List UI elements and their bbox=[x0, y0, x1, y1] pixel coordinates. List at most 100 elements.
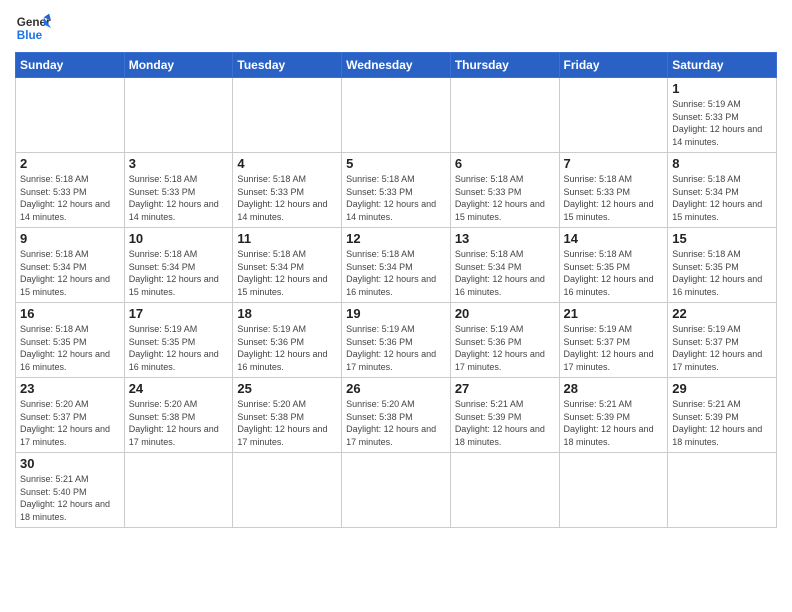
day-number: 18 bbox=[237, 306, 337, 321]
week-row-3: 16 Sunrise: 5:18 AM Sunset: 5:35 PM Dayli… bbox=[16, 303, 777, 378]
day-info: Sunrise: 5:18 AM Sunset: 5:33 PM Dayligh… bbox=[237, 173, 337, 223]
day-info: Sunrise: 5:20 AM Sunset: 5:37 PM Dayligh… bbox=[20, 398, 120, 448]
day-cell: 10 Sunrise: 5:18 AM Sunset: 5:34 PM Dayli… bbox=[124, 228, 233, 303]
day-number: 28 bbox=[564, 381, 664, 396]
day-info: Sunrise: 5:18 AM Sunset: 5:34 PM Dayligh… bbox=[20, 248, 120, 298]
weekday-saturday: Saturday bbox=[668, 53, 777, 78]
day-cell: 27Sunrise: 5:21 AM Sunset: 5:39 PM Dayli… bbox=[450, 378, 559, 453]
day-info: Sunrise: 5:18 AM Sunset: 5:34 PM Dayligh… bbox=[672, 173, 772, 223]
day-number: 10 bbox=[129, 231, 229, 246]
week-row-5: 30Sunrise: 5:21 AM Sunset: 5:40 PM Dayli… bbox=[16, 453, 777, 528]
day-number: 27 bbox=[455, 381, 555, 396]
day-info: Sunrise: 5:18 AM Sunset: 5:35 PM Dayligh… bbox=[672, 248, 772, 298]
day-cell bbox=[233, 453, 342, 528]
day-number: 14 bbox=[564, 231, 664, 246]
day-cell: 22Sunrise: 5:19 AM Sunset: 5:37 PM Dayli… bbox=[668, 303, 777, 378]
day-cell: 4 Sunrise: 5:18 AM Sunset: 5:33 PM Daylig… bbox=[233, 153, 342, 228]
day-cell: 26Sunrise: 5:20 AM Sunset: 5:38 PM Dayli… bbox=[342, 378, 451, 453]
day-number: 25 bbox=[237, 381, 337, 396]
day-cell: 5 Sunrise: 5:18 AM Sunset: 5:33 PM Daylig… bbox=[342, 153, 451, 228]
day-info: Sunrise: 5:18 AM Sunset: 5:35 PM Dayligh… bbox=[564, 248, 664, 298]
day-info: Sunrise: 5:19 AM Sunset: 5:35 PM Dayligh… bbox=[129, 323, 229, 373]
day-cell: 9Sunrise: 5:18 AM Sunset: 5:34 PM Daylig… bbox=[16, 228, 125, 303]
day-info: Sunrise: 5:20 AM Sunset: 5:38 PM Dayligh… bbox=[129, 398, 229, 448]
day-cell: 15Sunrise: 5:18 AM Sunset: 5:35 PM Dayli… bbox=[668, 228, 777, 303]
day-info: Sunrise: 5:18 AM Sunset: 5:34 PM Dayligh… bbox=[455, 248, 555, 298]
week-row-0: 1Sunrise: 5:19 AM Sunset: 5:33 PM Daylig… bbox=[16, 78, 777, 153]
day-info: Sunrise: 5:18 AM Sunset: 5:33 PM Dayligh… bbox=[129, 173, 229, 223]
day-cell: 2Sunrise: 5:18 AM Sunset: 5:33 PM Daylig… bbox=[16, 153, 125, 228]
day-cell bbox=[450, 453, 559, 528]
day-number: 26 bbox=[346, 381, 446, 396]
week-row-1: 2Sunrise: 5:18 AM Sunset: 5:33 PM Daylig… bbox=[16, 153, 777, 228]
day-info: Sunrise: 5:21 AM Sunset: 5:39 PM Dayligh… bbox=[672, 398, 772, 448]
day-info: Sunrise: 5:18 AM Sunset: 5:33 PM Dayligh… bbox=[346, 173, 446, 223]
day-cell bbox=[559, 453, 668, 528]
day-cell: 28Sunrise: 5:21 AM Sunset: 5:39 PM Dayli… bbox=[559, 378, 668, 453]
page: General Blue SundayMondayTuesdayWednesda… bbox=[0, 0, 792, 612]
day-cell: 7 Sunrise: 5:18 AM Sunset: 5:33 PM Daylig… bbox=[559, 153, 668, 228]
day-number: 7 bbox=[564, 156, 664, 171]
logo-icon: General Blue bbox=[15, 10, 51, 46]
day-number: 11 bbox=[237, 231, 337, 246]
day-info: Sunrise: 5:19 AM Sunset: 5:36 PM Dayligh… bbox=[346, 323, 446, 373]
day-info: Sunrise: 5:20 AM Sunset: 5:38 PM Dayligh… bbox=[237, 398, 337, 448]
day-number: 29 bbox=[672, 381, 772, 396]
day-info: Sunrise: 5:19 AM Sunset: 5:36 PM Dayligh… bbox=[455, 323, 555, 373]
day-cell: 1Sunrise: 5:19 AM Sunset: 5:33 PM Daylig… bbox=[668, 78, 777, 153]
day-number: 21 bbox=[564, 306, 664, 321]
day-number: 3 bbox=[129, 156, 229, 171]
day-cell: 18 Sunrise: 5:19 AM Sunset: 5:36 PM Dayli… bbox=[233, 303, 342, 378]
day-info: Sunrise: 5:18 AM Sunset: 5:33 PM Dayligh… bbox=[455, 173, 555, 223]
day-info: Sunrise: 5:19 AM Sunset: 5:37 PM Dayligh… bbox=[564, 323, 664, 373]
day-cell bbox=[342, 78, 451, 153]
day-cell bbox=[450, 78, 559, 153]
day-number: 6 bbox=[455, 156, 555, 171]
day-info: Sunrise: 5:19 AM Sunset: 5:37 PM Dayligh… bbox=[672, 323, 772, 373]
day-info: Sunrise: 5:19 AM Sunset: 5:36 PM Dayligh… bbox=[237, 323, 337, 373]
day-cell: 16 Sunrise: 5:18 AM Sunset: 5:35 PM Dayli… bbox=[16, 303, 125, 378]
svg-text:Blue: Blue bbox=[17, 29, 43, 42]
day-number: 16 bbox=[20, 306, 120, 321]
day-cell bbox=[342, 453, 451, 528]
day-cell: 17 Sunrise: 5:19 AM Sunset: 5:35 PM Dayli… bbox=[124, 303, 233, 378]
day-number: 17 bbox=[129, 306, 229, 321]
weekday-thursday: Thursday bbox=[450, 53, 559, 78]
day-number: 8 bbox=[672, 156, 772, 171]
day-cell: 8 Sunrise: 5:18 AM Sunset: 5:34 PM Daylig… bbox=[668, 153, 777, 228]
logo: General Blue bbox=[15, 10, 51, 46]
day-info: Sunrise: 5:18 AM Sunset: 5:33 PM Dayligh… bbox=[564, 173, 664, 223]
day-number: 1 bbox=[672, 81, 772, 96]
calendar-table: SundayMondayTuesdayWednesdayThursdayFrid… bbox=[15, 52, 777, 528]
day-cell: 30Sunrise: 5:21 AM Sunset: 5:40 PM Dayli… bbox=[16, 453, 125, 528]
day-number: 12 bbox=[346, 231, 446, 246]
day-cell: 13Sunrise: 5:18 AM Sunset: 5:34 PM Dayli… bbox=[450, 228, 559, 303]
header: General Blue bbox=[15, 10, 777, 46]
day-info: Sunrise: 5:18 AM Sunset: 5:34 PM Dayligh… bbox=[129, 248, 229, 298]
day-info: Sunrise: 5:18 AM Sunset: 5:34 PM Dayligh… bbox=[346, 248, 446, 298]
day-number: 4 bbox=[237, 156, 337, 171]
day-cell: 23Sunrise: 5:20 AM Sunset: 5:37 PM Dayli… bbox=[16, 378, 125, 453]
day-cell bbox=[559, 78, 668, 153]
weekday-tuesday: Tuesday bbox=[233, 53, 342, 78]
day-cell bbox=[124, 78, 233, 153]
weekday-wednesday: Wednesday bbox=[342, 53, 451, 78]
day-cell: 19 Sunrise: 5:19 AM Sunset: 5:36 PM Dayli… bbox=[342, 303, 451, 378]
weekday-friday: Friday bbox=[559, 53, 668, 78]
day-info: Sunrise: 5:18 AM Sunset: 5:34 PM Dayligh… bbox=[237, 248, 337, 298]
day-cell bbox=[124, 453, 233, 528]
day-cell: 29 Sunrise: 5:21 AM Sunset: 5:39 PM Dayli… bbox=[668, 378, 777, 453]
day-cell bbox=[233, 78, 342, 153]
day-cell: 6 Sunrise: 5:18 AM Sunset: 5:33 PM Daylig… bbox=[450, 153, 559, 228]
day-cell: 11 Sunrise: 5:18 AM Sunset: 5:34 PM Dayli… bbox=[233, 228, 342, 303]
day-cell bbox=[16, 78, 125, 153]
day-number: 5 bbox=[346, 156, 446, 171]
day-info: Sunrise: 5:18 AM Sunset: 5:35 PM Dayligh… bbox=[20, 323, 120, 373]
weekday-header-row: SundayMondayTuesdayWednesdayThursdayFrid… bbox=[16, 53, 777, 78]
day-number: 20 bbox=[455, 306, 555, 321]
week-row-4: 23Sunrise: 5:20 AM Sunset: 5:37 PM Dayli… bbox=[16, 378, 777, 453]
day-cell: 25 Sunrise: 5:20 AM Sunset: 5:38 PM Dayli… bbox=[233, 378, 342, 453]
day-number: 19 bbox=[346, 306, 446, 321]
day-number: 24 bbox=[129, 381, 229, 396]
day-cell: 12 Sunrise: 5:18 AM Sunset: 5:34 PM Dayli… bbox=[342, 228, 451, 303]
